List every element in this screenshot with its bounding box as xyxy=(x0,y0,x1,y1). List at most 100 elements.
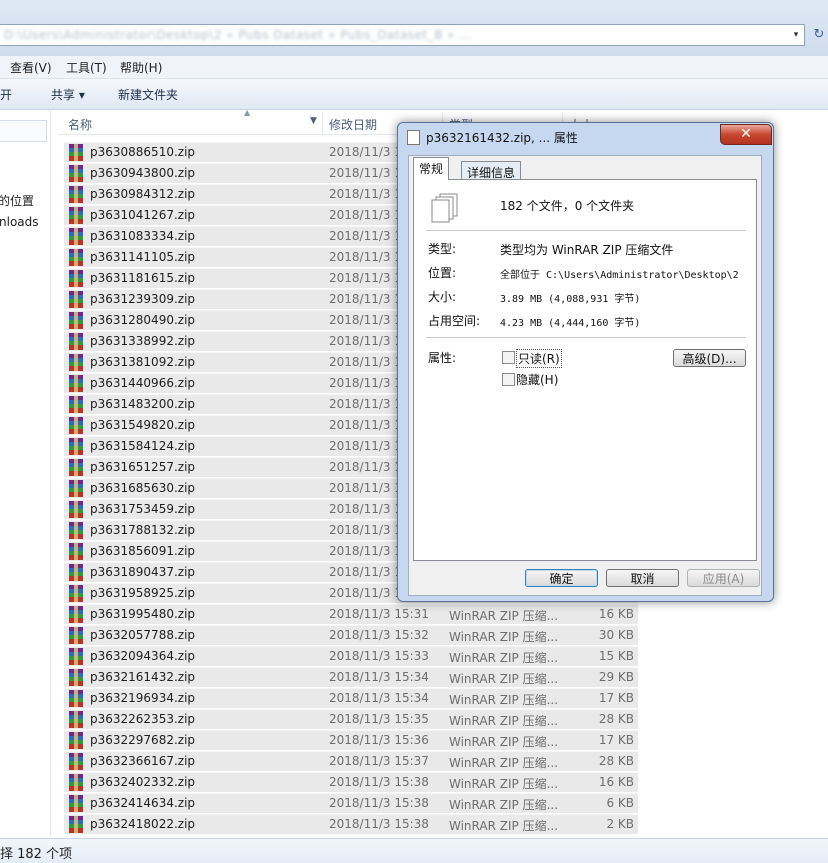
winrar-archive-icon xyxy=(69,333,83,350)
address-bar-area: D:\Users\Administrator\Desktop\2 » Pubs … xyxy=(0,0,828,56)
tab-general[interactable]: 常规 xyxy=(413,157,450,180)
hidden-checkbox[interactable] xyxy=(502,373,515,386)
file-name: p3632402332.zip xyxy=(90,775,196,789)
file-size: 2 KB xyxy=(606,817,634,831)
file-name: p3631381092.zip xyxy=(90,355,196,369)
close-button[interactable]: ✕ xyxy=(720,124,772,145)
advanced-button[interactable]: 高级(D)... xyxy=(673,349,746,367)
file-name: p3631483200.zip xyxy=(90,397,196,411)
file-date: 2018/11/3 15:37 xyxy=(329,754,429,768)
file-date: 2018/11/3 1 xyxy=(329,313,402,327)
file-type: WinRAR ZIP 压缩... xyxy=(449,714,559,728)
file-name: p3632094364.zip xyxy=(90,649,196,663)
file-row[interactable]: p3632414634.zip 2018/11/3 15:38 WinRAR ZIP… xyxy=(64,793,638,813)
file-row[interactable]: p3632094364.zip 2018/11/3 15:33 WinRAR ZIP… xyxy=(64,646,638,666)
file-date: 2018/11/3 1 xyxy=(329,460,402,474)
file-row[interactable]: p3632161432.zip 2018/11/3 15:34 WinRAR ZIP… xyxy=(64,667,638,687)
new-folder-button[interactable]: 新建文件夹 xyxy=(118,86,178,103)
share-button[interactable]: 共享 ▾ xyxy=(51,86,85,103)
file-name: p3631856091.zip xyxy=(90,544,196,558)
menu-help[interactable]: 帮助(H) xyxy=(120,59,162,76)
attributes-label: 属性: xyxy=(428,351,457,365)
file-date: 2018/11/3 15:35 xyxy=(329,712,429,726)
winrar-archive-icon xyxy=(69,564,83,581)
menu-view[interactable]: 查看(V) xyxy=(10,59,52,76)
separator xyxy=(426,230,746,231)
winrar-archive-icon xyxy=(69,438,83,455)
file-row[interactable]: p3631995480.zip 2018/11/3 15:31 WinRAR ZIP… xyxy=(64,604,638,624)
file-name: p3632297682.zip xyxy=(90,733,196,747)
file-name: p3631549820.zip xyxy=(90,418,196,432)
separator xyxy=(426,337,746,338)
open-button[interactable]: 打开 xyxy=(0,86,12,103)
menu-bar: 查看(V) 工具(T) 帮助(H) xyxy=(0,56,828,79)
sort-ascending-icon: ▲ xyxy=(244,108,251,117)
file-type: WinRAR ZIP 压缩... xyxy=(449,630,559,644)
file-row[interactable]: p3632402332.zip 2018/11/3 15:38 WinRAR ZIP… xyxy=(64,772,638,792)
file-size: 30 KB xyxy=(598,628,634,642)
address-dropdown-icon[interactable]: ▾ xyxy=(788,26,804,44)
menu-tools[interactable]: 工具(T) xyxy=(66,59,107,76)
disk-size-label: 占用空间: xyxy=(428,314,481,328)
address-input[interactable]: D:\Users\Administrator\Desktop\2 » Pubs … xyxy=(0,24,805,46)
apply-button[interactable]: 应用(A) xyxy=(687,569,760,587)
file-name: p3632418022.zip xyxy=(90,817,196,831)
file-row[interactable]: p3632297682.zip 2018/11/3 15:36 WinRAR ZIP… xyxy=(64,730,638,750)
file-type: WinRAR ZIP 压缩... xyxy=(449,756,559,770)
dialog-titlebar[interactable]: p3632161432.zip, ... 属性 ✕ xyxy=(398,123,773,151)
winrar-archive-icon xyxy=(69,732,83,749)
file-date: 2018/11/3 1 xyxy=(329,271,402,285)
file-type: WinRAR ZIP 压缩... xyxy=(449,819,559,833)
winrar-archive-icon xyxy=(69,690,83,707)
hidden-label[interactable]: 隐藏(H) xyxy=(516,371,558,388)
file-date: 2018/11/3 1 xyxy=(329,439,402,453)
readonly-label[interactable]: 只读(R) xyxy=(516,349,562,368)
file-name: p3631141105.zip xyxy=(90,250,196,264)
selection-summary: 182 个文件，0 个文件夹 xyxy=(500,199,635,213)
ok-button[interactable]: 确定 xyxy=(525,569,598,587)
file-row[interactable]: p3632418022.zip 2018/11/3 15:38 WinRAR ZIP… xyxy=(64,814,638,834)
winrar-archive-icon xyxy=(69,375,83,392)
nav-item-downloads[interactable]: nloads xyxy=(0,215,39,229)
file-row[interactable]: p3632262353.zip 2018/11/3 15:35 WinRAR ZIP… xyxy=(64,709,638,729)
file-row[interactable]: p3632366167.zip 2018/11/3 15:37 WinRAR ZIP… xyxy=(64,751,638,771)
nav-header-box xyxy=(0,120,47,142)
file-date: 2018/11/3 15:38 xyxy=(329,796,429,810)
properties-dialog: p3632161432.zip, ... 属性 ✕ 常规 详细信息 182 个文… xyxy=(397,122,774,602)
column-filter-dropdown-icon[interactable]: ▼ xyxy=(310,116,317,126)
column-name[interactable]: 名称 xyxy=(68,116,92,133)
file-name: p3631753459.zip xyxy=(90,502,196,516)
column-date[interactable]: 修改日期 xyxy=(329,116,377,133)
file-date: 2018/11/3 15:38 xyxy=(329,775,429,789)
file-date: 2018/11/3 1 xyxy=(329,502,402,516)
refresh-icon[interactable]: ↻ xyxy=(810,24,828,46)
file-size: 16 KB xyxy=(598,607,634,621)
file-name: p3631338992.zip xyxy=(90,334,196,348)
winrar-archive-icon xyxy=(69,669,83,686)
file-name: p3631280490.zip xyxy=(90,313,196,327)
file-name: p3631584124.zip xyxy=(90,439,196,453)
file-row[interactable]: p3632196934.zip 2018/11/3 15:34 WinRAR ZIP… xyxy=(64,688,638,708)
column-divider[interactable] xyxy=(322,112,323,134)
winrar-archive-icon xyxy=(69,291,83,308)
winrar-archive-icon xyxy=(69,816,83,833)
file-date: 2018/11/3 15:34 xyxy=(329,670,429,684)
file-name: p3631181615.zip xyxy=(90,271,196,285)
winrar-archive-icon xyxy=(69,459,83,476)
nav-item-recent-places[interactable]: 的位置 xyxy=(0,192,34,209)
file-name: p3632196934.zip xyxy=(90,691,196,705)
winrar-archive-icon xyxy=(69,543,83,560)
readonly-checkbox[interactable] xyxy=(502,351,515,364)
document-icon xyxy=(407,130,420,145)
file-date: 2018/11/3 1 xyxy=(329,229,402,243)
file-date: 2018/11/3 1 xyxy=(329,397,402,411)
file-date: 2018/11/3 15:34 xyxy=(329,691,429,705)
file-date: 2018/11/3 1 xyxy=(329,376,402,390)
file-row[interactable]: p3632057788.zip 2018/11/3 15:32 WinRAR ZIP… xyxy=(64,625,638,645)
tab-details[interactable]: 详细信息 xyxy=(461,161,522,180)
file-date: 2018/11/3 15:32 xyxy=(329,628,429,642)
cancel-button[interactable]: 取消 xyxy=(606,569,679,587)
multiple-files-icon xyxy=(431,193,458,223)
file-size: 29 KB xyxy=(598,670,634,684)
file-date: 2018/11/3 15:36 xyxy=(329,733,429,747)
